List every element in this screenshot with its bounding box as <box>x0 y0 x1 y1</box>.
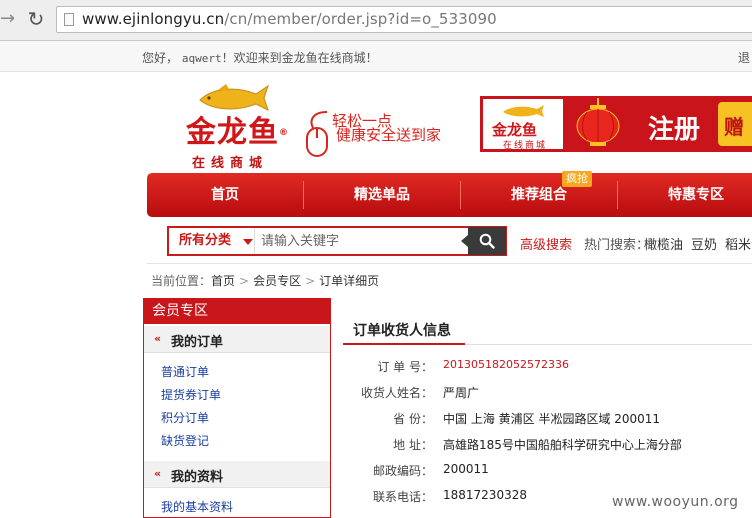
url-domain: www.ejinlongyu.cn <box>82 10 225 28</box>
logo[interactable]: 金龙鱼® <box>186 116 289 150</box>
nav-featured[interactable]: 精选单品 <box>304 173 460 217</box>
nav-specials[interactable]: 特惠专区 <box>618 173 752 217</box>
banner-gift-text: 赠 <box>724 115 744 139</box>
nav-combos[interactable]: 推荐组合 <box>461 173 617 217</box>
hot-search-label: 热门搜索： <box>584 238 650 253</box>
breadcrumb-member[interactable]: 会员专区 <box>253 272 301 289</box>
order-label: 省 份： <box>393 412 433 426</box>
welcome-text: ！欢迎来到金龙鱼在线商城！ <box>221 51 378 65</box>
url-path: /cn/member/order.jsp?id=o_533090 <box>224 10 497 28</box>
page-icon <box>64 13 74 26</box>
double-chevron-icon: « <box>154 332 162 345</box>
gold-fish-icon <box>199 84 269 111</box>
url-text[interactable]: www.ejinlongyu.cn/cn/member/order.jsp?id… <box>82 10 497 28</box>
section-divider <box>465 344 752 345</box>
search-row: 所有分类 高级搜索 热门搜索： 橄榄油 豆奶 稻米油 <box>147 218 752 264</box>
banner-logo-box: 金龙鱼 在线商城 <box>483 99 563 151</box>
breadcrumb-separator: > <box>239 274 250 288</box>
greeting: 您好， <box>142 51 179 65</box>
section-underline <box>343 343 465 345</box>
hot-tag-badge: 疯抢 <box>562 171 592 187</box>
address: 高雄路185号中国船舶科学研究中心上海分部 <box>443 438 682 452</box>
reload-icon[interactable]: ↻ <box>25 8 47 30</box>
dropdown-caret-icon <box>243 239 253 245</box>
register-banner[interactable]: 金龙鱼 在线商城 注册 赠 <box>480 96 752 152</box>
hot-search-word[interactable]: 橄榄油 <box>644 234 683 253</box>
search-icon <box>479 233 495 249</box>
recipient-name: 严周广 <box>443 386 480 400</box>
nav-home[interactable]: 首页 <box>147 173 303 217</box>
sidebar-group-orders[interactable]: « 我的订单 <box>144 326 330 353</box>
search-input[interactable] <box>261 230 461 252</box>
search-button-notch <box>461 235 468 247</box>
breadcrumb-separator: > <box>305 274 316 288</box>
member-sidebar: « 我的订单 普通订单 提货券订单 积分订单 缺货登记 « 我的资料 我的基本资… <box>143 298 331 518</box>
order-row: 地 址： 高雄路185号中国船舶科学研究中心上海分部 <box>0 436 752 456</box>
banner-logo-sub: 在线商城 <box>503 141 548 151</box>
sidebar-group-label: 我的订单 <box>171 335 224 350</box>
banner-register-text: 注册 <box>648 115 701 145</box>
sidebar-title: 会员专区 <box>143 298 331 324</box>
order-label: 联系电话： <box>372 490 433 504</box>
lantern-icon <box>576 98 620 146</box>
mouse-icon <box>306 111 328 157</box>
order-row: 订 单 号： 201305182052572336 <box>0 358 752 378</box>
order-row: 收货人姓名： 严周广 <box>0 384 752 404</box>
banner-fish-icon <box>503 105 544 117</box>
welcome-message: 您好， aqwert！欢迎来到金龙鱼在线商城！ <box>142 49 378 66</box>
order-row: 邮政编码： 200011 <box>0 462 752 482</box>
breadcrumb-prefix: 当前位置： <box>151 274 212 288</box>
back-arrow-icon[interactable]: → <box>0 9 18 29</box>
order-label: 订 单 号： <box>377 360 433 374</box>
slogan-line2: 健康安全送到家 <box>336 126 442 144</box>
logout-link[interactable]: 退 <box>738 49 750 66</box>
breadcrumb-current: 订单详细页 <box>319 274 380 288</box>
search-box: 所有分类 <box>167 226 507 256</box>
search-button[interactable] <box>461 227 506 255</box>
order-label: 邮政编码： <box>372 464 433 478</box>
logo-subtitle: 在线商城 <box>192 156 269 171</box>
banner-logo-text: 金龙鱼 <box>492 121 538 139</box>
category-label: 所有分类 <box>179 233 232 248</box>
order-row: 省 份： 中国 上海 黄浦区 半凇园路区域 200011 <box>0 410 752 430</box>
section-title: 订单收货人信息 <box>353 323 451 339</box>
order-label: 收货人姓名： <box>360 386 433 400</box>
watermark: www.wooyun.org <box>612 494 739 510</box>
hot-search-word[interactable]: 豆奶 <box>691 234 717 253</box>
breadcrumb-home[interactable]: 首页 <box>211 272 235 289</box>
order-label: 地 址： <box>393 438 433 452</box>
main-navigation: 首页 精选单品 推荐组合 特惠专区 <box>147 173 752 217</box>
phone-number: 18817230328 <box>443 488 527 502</box>
advanced-search-link[interactable]: 高级搜索 <box>520 234 572 253</box>
province: 中国 上海 黄浦区 半凇园路区域 200011 <box>443 412 661 426</box>
order-number: 201305182052572336 <box>443 358 569 371</box>
postal-code: 200011 <box>443 462 489 476</box>
address-bar[interactable]: www.ejinlongyu.cn/cn/member/order.jsp?id… <box>56 6 752 33</box>
logo-registered: ® <box>279 128 289 138</box>
hot-search-word[interactable]: 稻米油 <box>725 234 752 253</box>
logo-name: 金龙鱼 <box>186 115 279 150</box>
banner-gift-badge: 赠 <box>718 102 752 146</box>
welcome-bar: 您好， aqwert！欢迎来到金龙鱼在线商城！ 退 <box>0 41 752 72</box>
breadcrumb: 当前位置：首页 > 会员专区 > 订单详细页 <box>151 272 379 289</box>
username[interactable]: aqwert <box>182 52 222 65</box>
browser-toolbar: → ↻ www.ejinlongyu.cn/cn/member/order.js… <box>0 0 752 41</box>
